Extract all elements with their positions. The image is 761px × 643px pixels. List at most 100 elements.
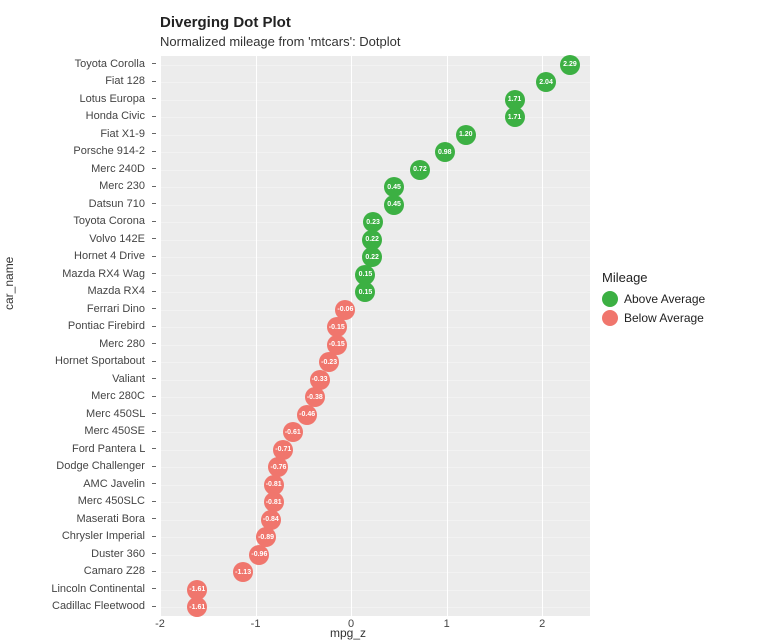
gridline-h xyxy=(160,152,590,153)
y-tick-label: Duster 360 xyxy=(6,548,156,560)
y-tick-label: Cadillac Fleetwood xyxy=(6,600,156,612)
gridline-h xyxy=(160,607,590,608)
y-tick-label: Toyota Corona xyxy=(6,215,156,227)
data-point: 0.98 xyxy=(435,142,455,162)
data-point-value: -0.84 xyxy=(263,516,279,523)
x-tick-label: -1 xyxy=(251,618,261,630)
y-tick-label: Honda Civic xyxy=(6,110,156,122)
chart-title: Diverging Dot Plot xyxy=(160,14,291,31)
data-point-value: 0.45 xyxy=(387,201,401,208)
x-tick-label: 0 xyxy=(348,618,354,630)
gridline-h xyxy=(160,502,590,503)
gridline-v xyxy=(351,56,352,616)
data-point: 1.71 xyxy=(505,107,525,127)
y-tick-label: Mazda RX4 xyxy=(6,285,156,297)
y-tick-label: Pontiac Firebird xyxy=(6,320,156,332)
y-tick-label: Dodge Challenger xyxy=(6,460,156,472)
gridline-h xyxy=(160,117,590,118)
gridline-h xyxy=(160,450,590,451)
x-tick-label: 2 xyxy=(539,618,545,630)
data-point-value: -0.46 xyxy=(299,411,315,418)
y-tick-label: Ford Pantera L xyxy=(6,443,156,455)
data-point-value: 0.23 xyxy=(366,219,380,226)
y-tick-label: Toyota Corolla xyxy=(6,58,156,70)
dot-icon xyxy=(602,310,618,326)
data-point-value: 0.22 xyxy=(365,236,379,243)
data-point-value: -0.61 xyxy=(285,429,301,436)
y-tick-label: Volvo 142E xyxy=(6,233,156,245)
gridline-h xyxy=(160,205,590,206)
data-point: 0.45 xyxy=(384,195,404,215)
gridline-h xyxy=(160,555,590,556)
data-point: 0.15 xyxy=(355,282,375,302)
dot-icon xyxy=(602,291,618,307)
legend-item-above: Above Average xyxy=(602,291,705,307)
y-tick-label: Maserati Bora xyxy=(6,513,156,525)
data-point: 0.72 xyxy=(410,160,430,180)
data-point-value: -0.33 xyxy=(312,376,328,383)
x-tick-label: 1 xyxy=(444,618,450,630)
y-tick-label: AMC Javelin xyxy=(6,478,156,490)
data-point-value: 0.72 xyxy=(413,166,427,173)
y-tick-label: Lotus Europa xyxy=(6,93,156,105)
y-tick-label: Merc 450SE xyxy=(6,425,156,437)
legend: Mileage Above Average Below Average xyxy=(602,270,705,329)
x-tick-label: -2 xyxy=(155,618,165,630)
gridline-h xyxy=(160,432,590,433)
data-point: -1.13 xyxy=(233,562,253,582)
gridline-h xyxy=(160,345,590,346)
gridline-h xyxy=(160,572,590,573)
data-point-value: -0.71 xyxy=(275,446,291,453)
gridline-v xyxy=(447,56,448,616)
y-tick-label: Chrysler Imperial xyxy=(6,530,156,542)
gridline-h xyxy=(160,485,590,486)
y-tick-label: Camaro Z28 xyxy=(6,565,156,577)
data-point-value: -0.15 xyxy=(329,341,345,348)
legend-label: Above Average xyxy=(624,292,705,306)
data-point: 2.29 xyxy=(560,55,580,75)
data-point-value: -0.81 xyxy=(266,499,282,506)
gridline-h xyxy=(160,362,590,363)
data-point: -1.61 xyxy=(187,597,207,617)
gridline-v xyxy=(160,56,161,616)
data-point-value: -0.38 xyxy=(307,394,323,401)
data-point: 2.04 xyxy=(536,72,556,92)
data-point-value: -0.15 xyxy=(329,324,345,331)
gridline-v xyxy=(542,56,543,616)
y-tick-label: Merc 240D xyxy=(6,163,156,175)
data-point: 1.20 xyxy=(456,125,476,145)
data-point-value: -1.13 xyxy=(235,569,251,576)
data-point-value: 0.22 xyxy=(365,254,379,261)
data-point-value: -1.61 xyxy=(189,604,205,611)
data-point-value: 2.04 xyxy=(539,79,553,86)
data-point-value: 1.71 xyxy=(508,114,522,121)
gridline-h xyxy=(160,327,590,328)
data-point-value: 0.98 xyxy=(438,149,452,156)
y-tick-label: Merc 280C xyxy=(6,390,156,402)
gridline-h xyxy=(160,520,590,521)
data-point-value: -0.06 xyxy=(337,306,353,313)
gridline-h xyxy=(160,100,590,101)
gridline-h xyxy=(160,380,590,381)
data-point-value: 0.15 xyxy=(359,289,373,296)
legend-label: Below Average xyxy=(624,311,704,325)
data-point-value: -0.81 xyxy=(266,481,282,488)
data-point-value: -0.23 xyxy=(321,359,337,366)
legend-title: Mileage xyxy=(602,270,705,285)
data-point-value: -1.61 xyxy=(189,586,205,593)
data-point-value: -0.76 xyxy=(271,464,287,471)
gridline-h xyxy=(160,397,590,398)
chart-stage: Diverging Dot Plot Normalized mileage fr… xyxy=(0,0,761,643)
plot-panel: 2.292.041.711.711.200.980.720.450.450.23… xyxy=(160,56,590,616)
y-tick-label: Lincoln Continental xyxy=(6,583,156,595)
gridline-h xyxy=(160,170,590,171)
gridline-h xyxy=(160,187,590,188)
y-tick-label: Merc 450SLC xyxy=(6,495,156,507)
data-point-value: 2.29 xyxy=(563,61,577,68)
chart-subtitle: Normalized mileage from 'mtcars': Dotplo… xyxy=(160,34,400,49)
data-point-value: -0.89 xyxy=(258,534,274,541)
y-tick-label: Datsun 710 xyxy=(6,198,156,210)
y-tick-label: Hornet Sportabout xyxy=(6,355,156,367)
legend-item-below: Below Average xyxy=(602,310,705,326)
gridline-h xyxy=(160,590,590,591)
